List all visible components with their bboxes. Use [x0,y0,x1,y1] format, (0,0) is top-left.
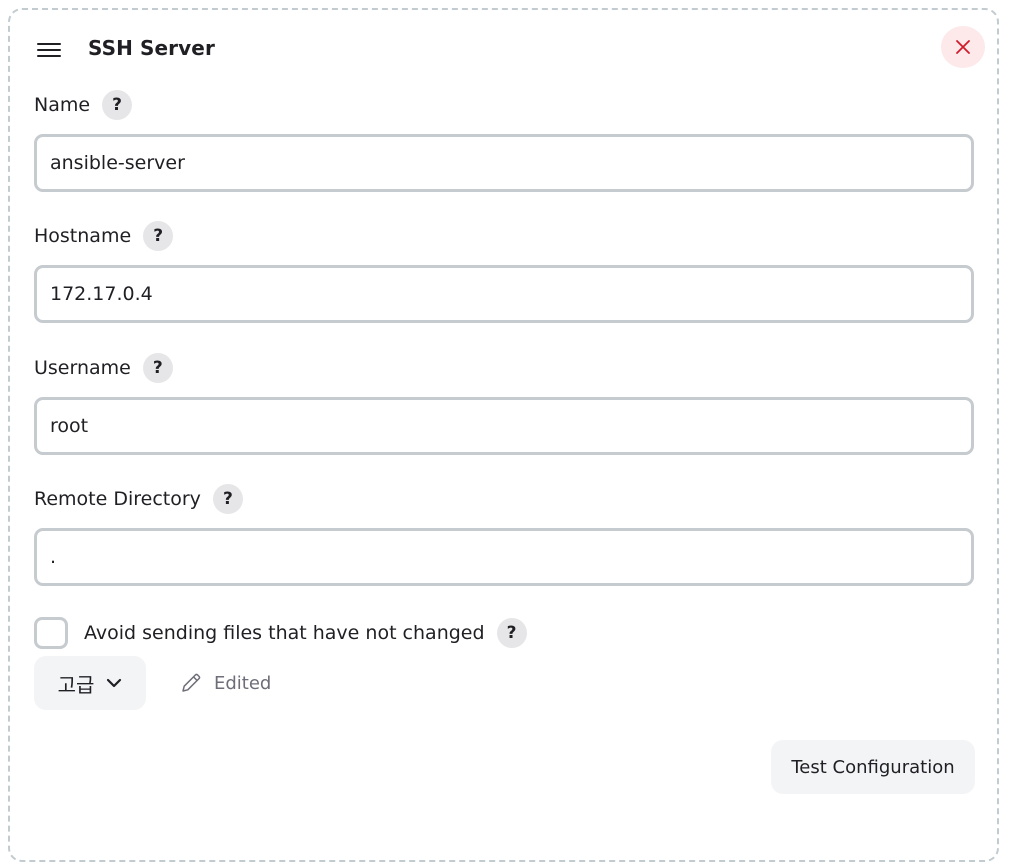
remote-directory-help-button[interactable]: ? [212,484,243,514]
username-field: Username ? [34,352,974,455]
card-header: SSH Server [10,10,997,90]
username-label-row: Username ? [34,352,974,384]
username-input[interactable] [34,397,974,455]
name-input[interactable] [34,134,974,192]
hostname-help-button[interactable]: ? [143,221,174,251]
remote-directory-label: Remote Directory [34,488,201,510]
avoid-sending-checkbox[interactable] [34,617,68,649]
name-help-button[interactable]: ? [102,90,133,120]
hostname-field: Hostname ? [34,220,974,323]
close-icon [956,40,970,54]
remote-directory-label-row: Remote Directory ? [34,483,974,515]
avoid-sending-help-button[interactable]: ? [496,618,527,648]
avoid-sending-row: Avoid sending files that have not change… [34,616,527,650]
advanced-button[interactable]: 고급 [34,656,146,710]
hostname-label-row: Hostname ? [34,220,974,252]
drag-handle-line [37,49,61,51]
remote-directory-field: Remote Directory ? [34,483,974,586]
hostname-input[interactable] [34,265,974,323]
pencil-icon [182,673,201,692]
ssh-server-card: SSH Server Name ? Hostname ? Username ? … [8,8,999,862]
name-label: Name [34,94,91,116]
username-label: Username [34,357,131,379]
chevron-down-icon [107,678,122,688]
hostname-label: Hostname [34,225,132,247]
card-title: SSH Server [88,36,215,60]
drag-handle-line [37,43,61,45]
avoid-sending-label[interactable]: Avoid sending files that have not change… [84,622,485,644]
drag-handle-line [37,55,61,57]
edited-indicator: Edited [180,670,271,696]
advanced-label: 고급 [57,672,95,697]
remote-directory-input[interactable] [34,528,974,586]
username-help-button[interactable]: ? [142,353,173,383]
hamburger-drag-icon[interactable] [36,40,62,60]
name-field: Name ? [34,89,974,192]
name-label-row: Name ? [34,89,974,121]
close-button[interactable] [941,26,985,68]
edited-label: Edited [214,672,272,694]
test-configuration-button[interactable]: Test Configuration [771,740,975,794]
